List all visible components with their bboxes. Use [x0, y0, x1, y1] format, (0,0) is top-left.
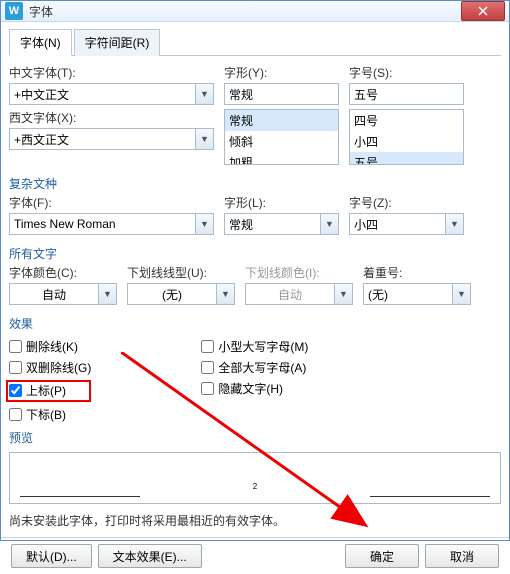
list-item[interactable]: 倾斜 — [225, 131, 338, 152]
chevron-down-icon: ▼ — [216, 284, 234, 304]
preview-underline — [370, 496, 490, 497]
complex-style-combo[interactable]: 常规 ▼ — [224, 213, 339, 235]
style-label: 字形(Y): — [224, 64, 339, 81]
check-allcaps[interactable]: 全部大写字母(A) — [201, 359, 308, 376]
preview-sample: 2 — [253, 482, 257, 491]
style-input[interactable]: 常规 — [224, 83, 339, 105]
check-subscript[interactable]: 下标(B) — [9, 406, 91, 423]
close-button[interactable] — [461, 1, 505, 21]
list-item[interactable]: 五号 — [350, 152, 463, 165]
list-item[interactable]: 常规 — [225, 110, 338, 131]
complex-style-label: 字形(L): — [224, 194, 339, 211]
chevron-down-icon: ▼ — [98, 284, 116, 304]
titlebar: W 字体 — [1, 1, 509, 22]
tabs: 字体(N) 字符间距(R) — [9, 28, 501, 56]
color-value: 自动 — [10, 286, 98, 303]
complex-title: 复杂文种 — [9, 175, 501, 192]
complex-size-value: 小四 — [350, 216, 445, 233]
ok-button[interactable]: 确定 — [345, 544, 419, 568]
check-dblstrike[interactable]: 双删除线(G) — [9, 359, 91, 376]
ulstyle-combo[interactable]: (无) ▼ — [127, 283, 235, 305]
color-combo[interactable]: 自动 ▼ — [9, 283, 117, 305]
complex-font-combo[interactable]: Times New Roman ▼ — [9, 213, 214, 235]
west-font-combo[interactable]: +西文正文 ▼ — [9, 128, 214, 150]
complex-font-label: 字体(F): — [9, 194, 214, 211]
complex-size-combo[interactable]: 小四 ▼ — [349, 213, 464, 235]
close-icon — [478, 6, 488, 16]
ulcolor-value: 自动 — [246, 286, 334, 303]
preview-title: 预览 — [9, 429, 501, 446]
size-listbox[interactable]: 四号 小四 五号 — [349, 109, 464, 165]
ulcolor-combo: 自动 ▼ — [245, 283, 353, 305]
text-effects-button[interactable]: 文本效果(E)... — [98, 544, 202, 568]
ulstyle-value: (无) — [128, 286, 216, 303]
font-note: 尚未安装此字体，打印时将采用最相近的有效字体。 — [9, 512, 501, 529]
font-dialog: W 字体 字体(N) 字符间距(R) 中文字体(T): +中文正文 ▼ 字形(Y… — [0, 0, 510, 541]
app-logo-icon: W — [5, 2, 23, 20]
complex-font-value: Times New Roman — [10, 217, 195, 231]
check-superscript[interactable]: 上标(P) — [9, 382, 85, 399]
window-title: 字体 — [29, 3, 457, 20]
check-hidden[interactable]: 隐藏文字(H) — [201, 380, 308, 397]
tab-spacing[interactable]: 字符间距(R) — [74, 29, 161, 56]
style-value: 常规 — [225, 86, 338, 103]
chevron-down-icon: ▼ — [452, 284, 470, 304]
ulcolor-label: 下划线颜色(I): — [245, 264, 353, 281]
emphasis-combo[interactable]: (无) ▼ — [363, 283, 471, 305]
cn-font-combo[interactable]: +中文正文 ▼ — [9, 83, 214, 105]
complex-style-value: 常规 — [225, 216, 320, 233]
cancel-button[interactable]: 取消 — [425, 544, 499, 568]
chevron-down-icon: ▼ — [320, 214, 338, 234]
highlight-box: 上标(P) — [6, 380, 91, 402]
cn-font-value: +中文正文 — [10, 86, 195, 103]
west-font-label: 西文字体(X): — [9, 109, 214, 126]
chevron-down-icon: ▼ — [195, 84, 213, 104]
color-label: 字体颜色(C): — [9, 264, 117, 281]
list-item[interactable]: 四号 — [350, 110, 463, 131]
cn-font-label: 中文字体(T): — [9, 64, 214, 81]
chevron-down-icon: ▼ — [445, 214, 463, 234]
west-font-value: +西文正文 — [10, 131, 195, 148]
chevron-down-icon: ▼ — [195, 214, 213, 234]
preview-underline — [20, 496, 140, 497]
emphasis-value: (无) — [364, 286, 452, 303]
footer: 默认(D)... 文本效果(E)... 确定 取消 — [1, 537, 509, 574]
list-item[interactable]: 加粗 — [225, 152, 338, 165]
preview-box: 2 — [9, 452, 501, 504]
tab-font[interactable]: 字体(N) — [9, 29, 72, 56]
check-smallcaps[interactable]: 小型大写字母(M) — [201, 338, 308, 355]
size-value: 五号 — [350, 86, 463, 103]
chevron-down-icon: ▼ — [334, 284, 352, 304]
style-listbox[interactable]: 常规 倾斜 加粗 — [224, 109, 339, 165]
effects-title: 效果 — [9, 315, 501, 332]
alltext-title: 所有文字 — [9, 245, 501, 262]
size-label: 字号(S): — [349, 64, 464, 81]
size-input[interactable]: 五号 — [349, 83, 464, 105]
emphasis-label: 着重号: — [363, 264, 471, 281]
chevron-down-icon: ▼ — [195, 129, 213, 149]
list-item[interactable]: 小四 — [350, 131, 463, 152]
check-strike[interactable]: 删除线(K) — [9, 338, 91, 355]
default-button[interactable]: 默认(D)... — [11, 544, 92, 568]
complex-size-label: 字号(Z): — [349, 194, 464, 211]
ulstyle-label: 下划线线型(U): — [127, 264, 235, 281]
